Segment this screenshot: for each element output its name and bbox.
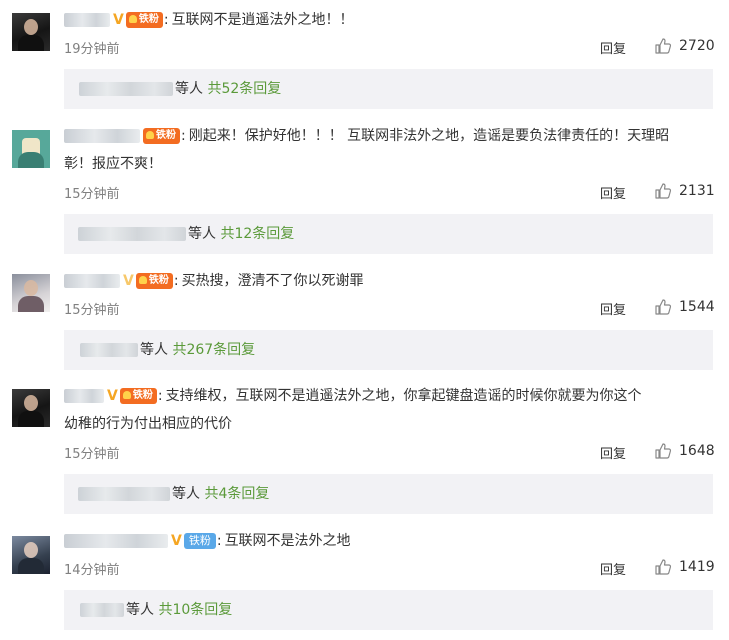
- crown-icon: [146, 131, 154, 139]
- crown-icon: [122, 391, 131, 399]
- reply-summary[interactable]: 等人 共12条回复: [64, 214, 713, 254]
- avatar[interactable]: [12, 274, 50, 312]
- comment-time: 19分钟前: [64, 42, 120, 57]
- verified-v-icon: V: [113, 12, 124, 28]
- reply-total-link[interactable]: 共12条回复: [220, 226, 294, 242]
- reply-button[interactable]: 回复: [600, 299, 626, 318]
- fan-badge[interactable]: 铁粉: [143, 128, 180, 144]
- comment-time: 15分钟前: [64, 303, 120, 318]
- comment-time: 15分钟前: [64, 447, 120, 462]
- fan-badge[interactable]: 铁粉: [119, 388, 157, 404]
- verified-v-icon: V: [123, 273, 134, 289]
- fan-badge[interactable]: 铁粉: [183, 533, 216, 549]
- thumbs-up-icon[interactable]: [654, 442, 672, 460]
- username-blurred[interactable]: [64, 129, 140, 143]
- comment-text: 互联网不是逍遥法外之地！！: [171, 12, 354, 28]
- reply-usernames-blurred: [79, 82, 173, 96]
- username-blurred[interactable]: [64, 274, 120, 288]
- fan-badge[interactable]: 铁粉: [125, 12, 163, 28]
- reply-summary[interactable]: 等人 共10条回复: [64, 590, 713, 630]
- verified-v-icon: V: [107, 388, 118, 404]
- reply-summary[interactable]: 等人 共4条回复: [64, 474, 713, 514]
- crown-icon: [128, 15, 137, 23]
- avatar[interactable]: [12, 13, 50, 51]
- reply-usernames-blurred: [80, 603, 124, 617]
- reply-button[interactable]: 回复: [600, 183, 626, 202]
- reply-summary[interactable]: 等人 共267条回复: [64, 330, 713, 370]
- like-count: 1648: [679, 443, 715, 459]
- thumbs-up-icon[interactable]: [654, 298, 672, 316]
- username-blurred[interactable]: [64, 389, 104, 403]
- crown-icon: [138, 276, 147, 284]
- comment-text: 刚起来！保护好他！！！ 互联网非法外之地，造谣是要负法律责任的！天理昭: [188, 128, 670, 144]
- avatar[interactable]: [12, 389, 50, 427]
- comment-time: 14分钟前: [64, 563, 120, 578]
- comment-text: 买热搜，澄清不了你以死谢罪: [181, 273, 364, 289]
- reply-usernames-blurred: [80, 343, 138, 357]
- reply-summary[interactable]: 等人 共52条回复: [64, 69, 713, 109]
- reply-usernames-blurred: [78, 487, 170, 501]
- fan-badge[interactable]: 铁粉: [135, 273, 173, 289]
- thumbs-up-icon[interactable]: [654, 558, 672, 576]
- reply-total-link[interactable]: 共10条回复: [158, 602, 232, 618]
- username-blurred[interactable]: [64, 534, 168, 548]
- reply-button[interactable]: 回复: [600, 559, 626, 578]
- avatar[interactable]: [12, 536, 50, 574]
- reply-total-link[interactable]: 共52条回复: [207, 81, 281, 97]
- comment-text: 支持维权，互联网不是逍遥法外之地，你拿起键盘造谣的时候你就要为你这个: [165, 388, 642, 404]
- avatar[interactable]: [12, 130, 50, 168]
- reply-button[interactable]: 回复: [600, 443, 626, 462]
- thumbs-up-icon[interactable]: [654, 182, 672, 200]
- like-count: 1544: [679, 299, 715, 315]
- comment-text: 幼稚的行为付出相应的代价: [64, 416, 232, 432]
- like-count: 2720: [679, 38, 715, 54]
- reply-total-link[interactable]: 共267条回复: [172, 342, 255, 358]
- comment-text: 互联网不是法外之地: [224, 533, 351, 549]
- reply-usernames-blurred: [78, 227, 186, 241]
- verified-v-icon: V: [171, 533, 182, 549]
- thumbs-up-icon[interactable]: [654, 37, 672, 55]
- like-count: 1419: [679, 559, 715, 575]
- like-count: 2131: [679, 183, 715, 199]
- comment-text: 彰！报应不爽！: [64, 156, 162, 172]
- reply-button[interactable]: 回复: [600, 38, 626, 57]
- username-blurred[interactable]: [64, 13, 110, 27]
- comment-time: 15分钟前: [64, 187, 120, 202]
- reply-total-link[interactable]: 共4条回复: [204, 486, 269, 502]
